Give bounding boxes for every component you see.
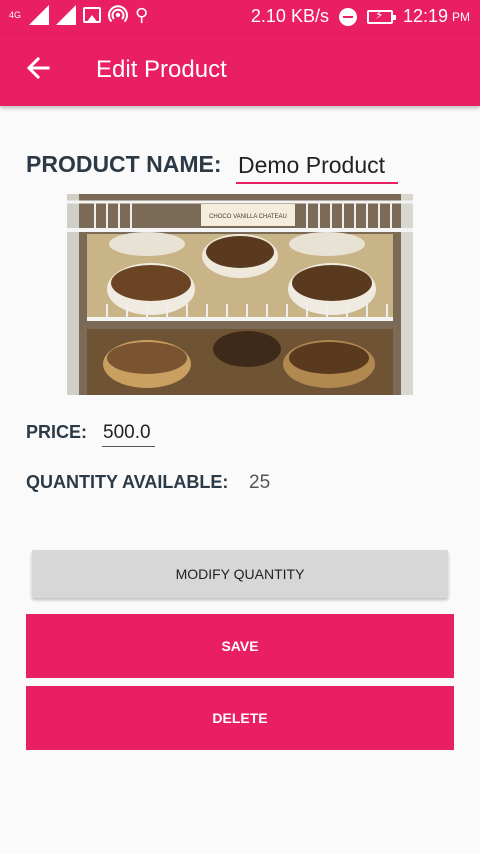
gallery-icon bbox=[83, 7, 101, 23]
page-title: Edit Product bbox=[96, 56, 227, 83]
modify-quantity-button[interactable]: MODIFY QUANTITY bbox=[32, 550, 448, 598]
shelf-sign-text: CHOCO VANILLA CHATEAU bbox=[209, 214, 287, 220]
status-right: 2.10 KB/s ⚡ 12:19 PM bbox=[251, 6, 470, 27]
data-speed: 2.10 KB/s bbox=[250, 6, 329, 26]
clock-ampm: PM bbox=[452, 9, 470, 24]
app-bar: Edit Product bbox=[0, 34, 480, 106]
price-label: PRICE: bbox=[26, 422, 88, 442]
clock: 12:19 bbox=[402, 6, 448, 26]
product-name-label: PRODUCT NAME: bbox=[26, 151, 222, 177]
signal-icon bbox=[29, 5, 49, 25]
signal-icon bbox=[56, 5, 76, 25]
status-bar: 4G ⚲ 2.10 KB/s ⚡ 12:19 PM bbox=[0, 0, 480, 34]
battery-charging-icon: ⚡ bbox=[366, 8, 396, 24]
product-image: CHOCO VANILLA CHATEAU bbox=[67, 194, 413, 395]
quantity-label: QUANTITY AVAILABLE: bbox=[26, 472, 229, 492]
quantity-value: 25 bbox=[249, 472, 271, 493]
product-name-input[interactable] bbox=[236, 148, 398, 184]
dnd-icon bbox=[338, 7, 357, 26]
usb-icon: ⚲ bbox=[135, 5, 149, 25]
save-button[interactable]: SAVE bbox=[26, 614, 454, 678]
network-type: 4G bbox=[8, 9, 21, 20]
hotspot-icon bbox=[108, 5, 128, 23]
back-arrow-icon[interactable] bbox=[22, 52, 54, 84]
status-left: 4G ⚲ bbox=[8, 5, 148, 25]
delete-button[interactable]: DELETE bbox=[26, 686, 454, 750]
price-input[interactable] bbox=[102, 420, 155, 447]
